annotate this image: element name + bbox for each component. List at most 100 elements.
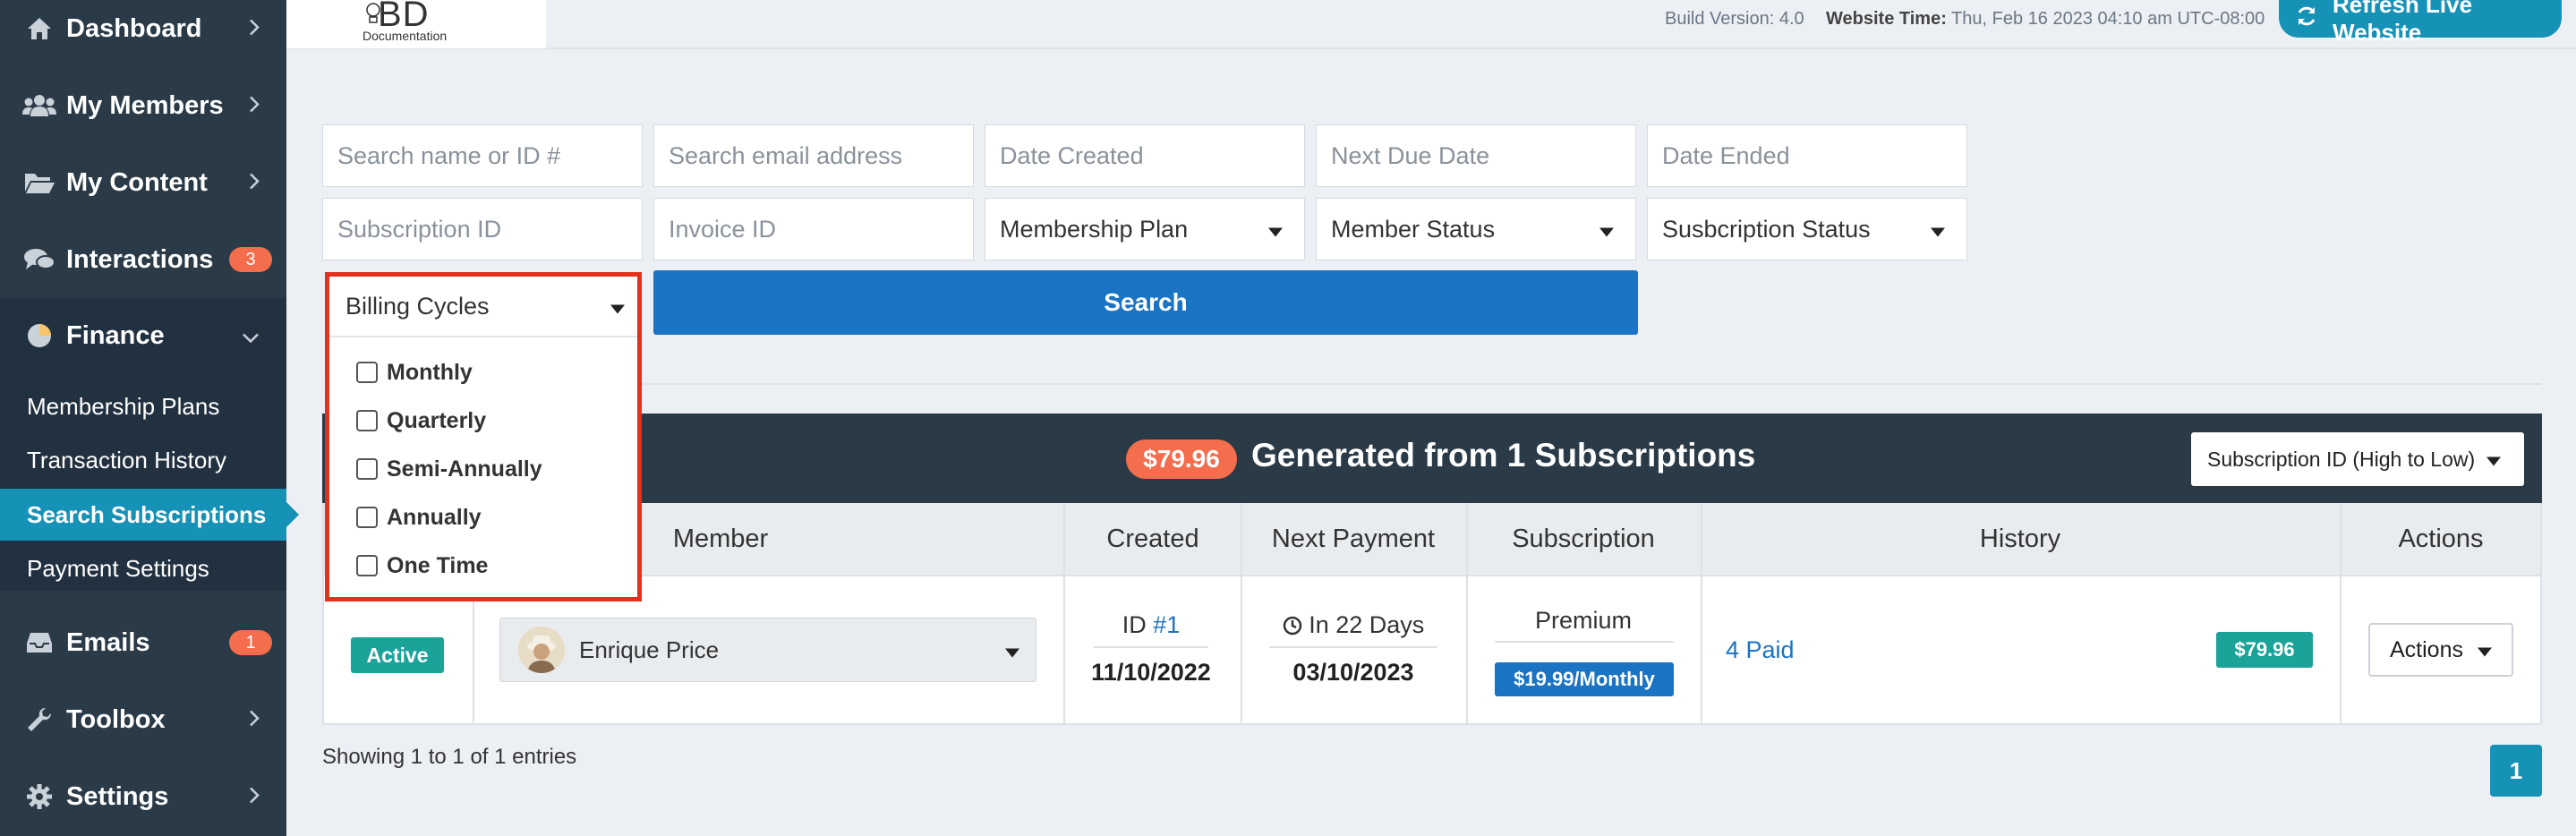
sidebar-item-label: My Members xyxy=(66,90,224,120)
caret-down-icon xyxy=(2478,637,2492,663)
sidebar-item-finance[interactable]: Finance xyxy=(0,297,286,374)
billing-cycles-select[interactable]: Billing Cycles xyxy=(329,277,637,337)
caret-down-icon xyxy=(1599,216,1614,243)
billing-option-semi-annually[interactable]: Semi-Annually xyxy=(356,451,542,487)
sidebar-item-label: Interactions xyxy=(66,244,214,274)
caret-down-icon xyxy=(1931,216,1945,243)
billing-option-quarterly[interactable]: Quarterly xyxy=(356,403,486,439)
chevron-right-icon xyxy=(249,168,260,198)
membership-plan-select[interactable]: Membership Plan xyxy=(985,198,1305,260)
sidebar-sub-payment-settings[interactable]: Payment Settings xyxy=(0,542,286,594)
column-divider xyxy=(1466,576,1468,723)
caret-down-icon xyxy=(610,293,625,320)
billing-option-one-time[interactable]: One Time xyxy=(356,548,488,584)
column-divider xyxy=(1241,576,1242,723)
sidebar-item-label: Settings xyxy=(66,781,169,811)
column-header-subscription: Subscription xyxy=(1512,524,1655,553)
checkbox[interactable] xyxy=(356,362,378,383)
date-ended-input[interactable]: Date Ended xyxy=(1647,124,1967,187)
sort-value: Subscription ID (High to Low) xyxy=(2207,447,2476,471)
avatar xyxy=(518,627,565,673)
sidebar-item-label: Toolbox xyxy=(66,704,166,734)
notification-badge: 1 xyxy=(229,630,272,655)
column-header-created: Created xyxy=(1106,524,1199,553)
entries-summary: Showing 1 to 1 of 1 entries xyxy=(322,745,577,769)
sidebar-item-toolbox[interactable]: Toolbox xyxy=(0,681,286,758)
plan-price-badge: $19.99/Monthly xyxy=(1495,662,1674,696)
search-button[interactable]: Search xyxy=(653,270,1638,335)
billing-cycles-label: Billing Cycles xyxy=(345,292,490,320)
option-label: Semi-Annually xyxy=(387,456,542,482)
website-time-label: Website Time: xyxy=(1826,9,1947,29)
actions-label: Actions xyxy=(2390,636,2463,662)
member-status-select[interactable]: Member Status xyxy=(1316,198,1636,260)
sidebar-item-label: Finance xyxy=(66,320,165,350)
clock-icon xyxy=(1283,611,1302,638)
id-label: ID xyxy=(1122,611,1147,638)
pagination-page-1[interactable]: 1 xyxy=(2490,745,2542,797)
invoice-id-input[interactable]: Invoice ID xyxy=(653,198,974,260)
sidebar-sub-search-subscriptions[interactable]: Search Subscriptions xyxy=(0,489,299,541)
sidebar-item-label: Emails xyxy=(66,627,150,657)
chevron-right-icon xyxy=(249,91,260,121)
checkbox[interactable] xyxy=(356,458,378,480)
checkbox[interactable] xyxy=(356,507,378,528)
checkbox[interactable] xyxy=(356,555,378,576)
sidebar-item-emails[interactable]: Emails 1 xyxy=(0,604,286,681)
users-icon xyxy=(21,93,57,118)
member-status-value: Member Status xyxy=(1331,215,1496,243)
website-time: Website Time: Thu, Feb 16 2023 04:10 am … xyxy=(1826,9,2265,30)
next-payment-relative: In 22 Days xyxy=(1241,611,1466,639)
sidebar-item-settings[interactable]: Settings xyxy=(0,758,286,835)
sidebar-item-dashboard[interactable]: Dashboard xyxy=(0,0,286,67)
sidebar-item-interactions[interactable]: Interactions 3 xyxy=(0,221,286,298)
divider xyxy=(322,383,2542,385)
wrench-icon xyxy=(21,706,57,733)
column-header-next-payment: Next Payment xyxy=(1271,524,1436,553)
history-amount-badge: $79.96 xyxy=(2216,632,2313,668)
refresh-icon xyxy=(2295,4,2318,34)
refresh-label: Refresh Live Website xyxy=(2333,0,2473,46)
billing-cycles-dropdown[interactable]: Billing Cycles Monthly Quarterly Semi-An… xyxy=(325,272,642,601)
billing-option-annually[interactable]: Annually xyxy=(356,499,482,535)
subscription-id-input[interactable]: Subscription ID xyxy=(322,198,643,260)
sidebar-item-my-members[interactable]: My Members xyxy=(0,67,286,144)
build-version: Build Version: 4.0 xyxy=(1665,9,1804,29)
search-email-input[interactable]: Search email address xyxy=(653,124,974,187)
option-label: Monthly xyxy=(387,359,473,385)
membership-plan-value: Membership Plan xyxy=(1000,215,1189,243)
sort-select[interactable]: Subscription ID (High to Low) xyxy=(2191,432,2524,486)
column-divider xyxy=(1063,503,1065,575)
folder-icon xyxy=(21,170,57,195)
checkbox[interactable] xyxy=(356,410,378,431)
chevron-down-icon xyxy=(242,321,260,351)
billing-option-monthly[interactable]: Monthly xyxy=(356,354,473,390)
column-divider xyxy=(1701,576,1702,723)
option-label: Quarterly xyxy=(387,407,487,433)
next-due-date-input[interactable]: Next Due Date xyxy=(1316,124,1636,187)
sidebar-item-label: Dashboard xyxy=(66,13,202,43)
actions-button[interactable]: Actions xyxy=(2368,623,2513,677)
subscription-status-select[interactable]: Susbcription Status xyxy=(1647,198,1967,260)
search-name-input[interactable]: Search name or ID # xyxy=(322,124,643,187)
column-divider xyxy=(1466,503,1468,575)
plan-name: Premium xyxy=(1534,607,1632,634)
option-label: Annually xyxy=(387,504,482,530)
chevron-right-icon xyxy=(249,14,260,44)
total-amount-badge: $79.96 xyxy=(1126,439,1237,479)
sidebar-item-my-content[interactable]: My Content xyxy=(0,144,286,221)
refresh-live-website-button[interactable]: Refresh Live Website xyxy=(2279,0,2562,46)
home-icon xyxy=(21,16,57,41)
caret-down-icon xyxy=(1268,216,1283,243)
table-header: Member Created Next Payment Subscription… xyxy=(322,503,2542,576)
date-created-input[interactable]: Date Created xyxy=(985,124,1305,187)
notification-badge: 3 xyxy=(229,247,272,272)
member-select[interactable]: Enrique Price xyxy=(499,618,1036,682)
history-link[interactable]: 4 Paid xyxy=(1726,636,1795,664)
sidebar-sub-membership-plans[interactable]: Membership Plans xyxy=(0,380,286,432)
column-header-actions: Actions xyxy=(2398,524,2484,553)
results-summary: Generated from 1 Subscriptions xyxy=(1251,437,1756,473)
sidebar-sub-transaction-history[interactable]: Transaction History xyxy=(0,434,286,486)
subscription-id-link[interactable]: #1 xyxy=(1153,611,1180,638)
subscription-id: ID #1 xyxy=(1063,611,1239,639)
